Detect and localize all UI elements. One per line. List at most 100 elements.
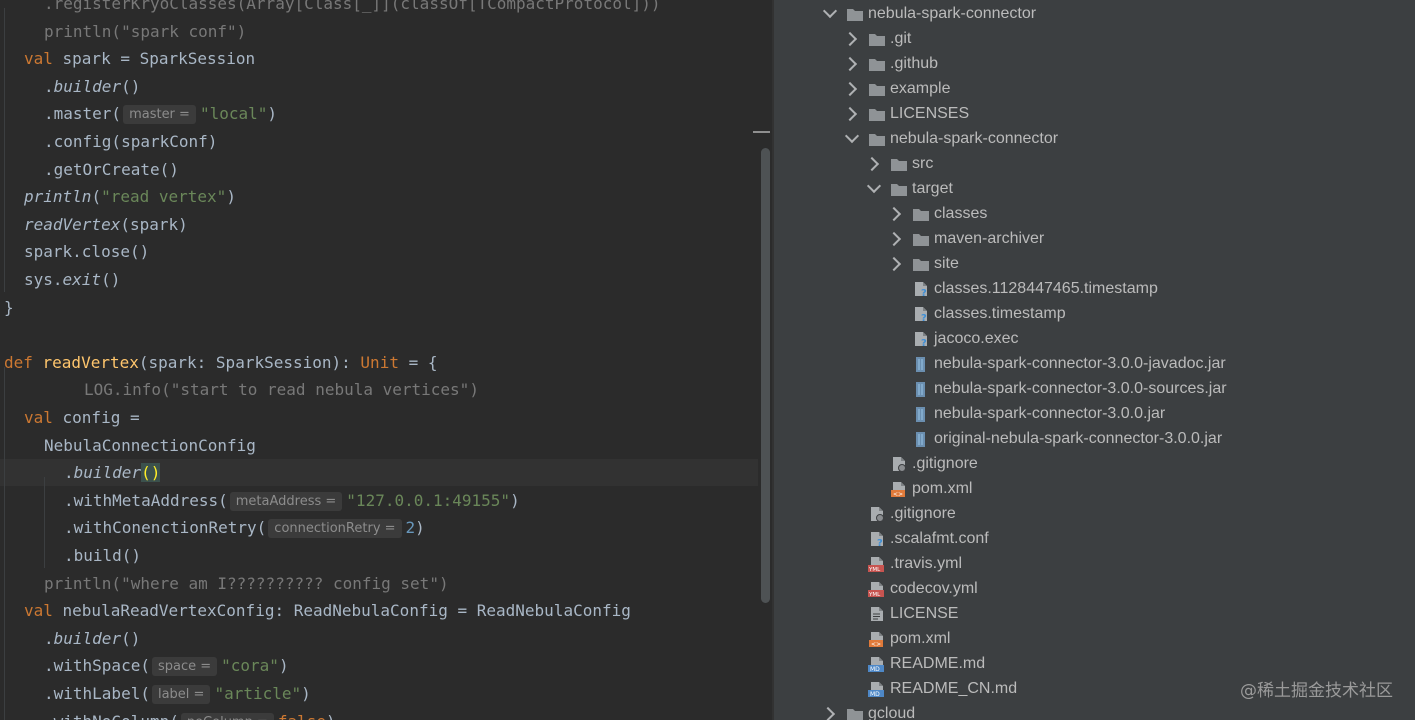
tree-folder[interactable]: classes [886, 201, 1415, 226]
code-token: ) [278, 656, 289, 676]
tree-folder[interactable]: target [866, 176, 1415, 201]
code-line[interactable]: readVertex(spark) [0, 211, 758, 238]
code-line[interactable]: .getOrCreate() [0, 156, 758, 183]
code-token: def [4, 352, 43, 372]
tree-folder[interactable]: gcloud [820, 701, 1382, 720]
code-line[interactable]: .withLabel(label = "article") [0, 680, 758, 707]
tree-item-label: jacoco.exec [934, 330, 1019, 347]
chevron-down-icon[interactable] [844, 128, 860, 144]
code-line[interactable]: println("read vertex") [0, 183, 758, 210]
tree-file[interactable]: ? classes.1128447465.timestamp [888, 276, 1415, 301]
chevron-right-icon[interactable] [842, 56, 858, 72]
tree-item-label: LICENSES [890, 105, 970, 122]
tree-file[interactable]: <> pom.xml [844, 626, 1404, 651]
code-line[interactable]: .builder() [0, 73, 758, 100]
tree-file[interactable]: .gitignore [844, 501, 1404, 526]
code-token: "read vertex" [101, 187, 227, 207]
tree-file[interactable]: original-nebula-spark-connector-3.0.0.ja… [888, 426, 1415, 451]
tree-item-label: classes [934, 205, 988, 222]
indent-guide [4, 366, 5, 720]
code-line[interactable]: val config = [0, 404, 758, 431]
chevron-down-icon[interactable] [822, 3, 838, 19]
svg-text:MD: MD [870, 666, 880, 672]
code-line[interactable]: println("where am I?????????? config set… [0, 570, 758, 597]
chevron-down-icon[interactable] [866, 178, 882, 194]
code-token: println [24, 187, 92, 207]
tree-item-label: .travis.yml [890, 555, 962, 572]
tree-folder[interactable]: example [842, 76, 1404, 101]
code-token: .getOrCreate() [44, 159, 179, 179]
code-line[interactable]: NebulaConnectionConfig [0, 432, 758, 459]
code-line[interactable]: .builder() [0, 459, 758, 487]
svg-text:YML: YML [868, 567, 881, 572]
editor-scrollbar-thumb[interactable] [761, 148, 770, 603]
code-line[interactable]: def readVertex(spark: SparkSession): Uni… [0, 349, 758, 376]
chevron-right-icon[interactable] [842, 31, 858, 47]
code-line[interactable]: .withSpace(space = "cora") [0, 652, 758, 679]
code-line[interactable]: .withConenctionRetry(connectionRetry = 2) [0, 514, 758, 541]
tree-file[interactable]: ? .scalafmt.conf [844, 526, 1404, 551]
parameter-hint: master = [123, 105, 196, 125]
tree-item-label: .git [890, 30, 912, 47]
code-token: (spark: SparkSession): [138, 352, 361, 372]
code-token: () [141, 463, 161, 483]
parameter-hint: metaAddress = [229, 491, 343, 511]
code-line[interactable] [0, 321, 758, 348]
tree-folder[interactable]: nebula-spark-connector [844, 126, 1404, 151]
code-line[interactable]: val nebulaReadVertexConfig: ReadNebulaCo… [0, 597, 758, 624]
project-tree-panel: nebula-spark-connector .git .github example… [774, 0, 1415, 720]
tree-folder[interactable]: src [864, 151, 1415, 176]
tree-file[interactable]: MD README.md [844, 651, 1404, 676]
tree-folder[interactable]: .git [842, 26, 1404, 51]
tree-item-label: .gitignore [912, 455, 978, 472]
tree-file[interactable]: ? jacoco.exec [888, 326, 1415, 351]
code-line[interactable]: } [0, 294, 758, 321]
code-editor[interactable]: .registerKryoClasses(Array[Class[_]](cla… [0, 0, 772, 720]
tree-folder[interactable]: LICENSES [842, 101, 1404, 126]
tree-item-label: original-nebula-spark-connector-3.0.0.ja… [934, 430, 1223, 447]
code-line[interactable]: .registerKryoClasses(Array[Class[_]](cla… [0, 0, 758, 17]
svg-text:<>: <> [893, 491, 903, 497]
code-line[interactable]: LOG.info("start to read nebula vertices"… [0, 376, 758, 403]
tree-file[interactable]: YML codecov.yml [844, 576, 1404, 601]
chevron-right-icon[interactable] [886, 256, 902, 272]
tree-folder[interactable]: nebula-spark-connector [822, 1, 1382, 26]
tree-folder[interactable]: maven-archiver [886, 226, 1415, 251]
code-line[interactable]: .withNoColumn(noColumn = false) [0, 708, 758, 720]
ignore-file-icon [890, 455, 908, 472]
code-line[interactable]: spark.close() [0, 238, 758, 265]
tree-file[interactable]: nebula-spark-connector-3.0.0-javadoc.jar [888, 351, 1415, 376]
code-line[interactable]: println("spark conf") [0, 18, 758, 45]
tree-folder[interactable]: site [886, 251, 1415, 276]
tree-file[interactable]: .gitignore [866, 451, 1415, 476]
chevron-right-icon[interactable] [886, 206, 902, 222]
code-token: "local" [199, 104, 268, 124]
chevron-right-icon[interactable] [864, 156, 880, 172]
tree-file[interactable]: nebula-spark-connector-3.0.0-sources.jar [888, 376, 1415, 401]
code-line[interactable]: .config(sparkConf) [0, 128, 758, 155]
code-line[interactable]: .builder() [0, 625, 758, 652]
code-token: . [44, 628, 54, 648]
unknown-file-icon: ? [912, 280, 930, 299]
tree-item-label: .gitignore [890, 505, 956, 522]
chevron-right-icon[interactable] [820, 706, 836, 720]
code-line[interactable]: .master(master = "local") [0, 100, 758, 127]
tree-file[interactable]: LICENSE [844, 601, 1404, 626]
code-token: readVertex [24, 214, 121, 234]
parameter-hint: space = [151, 657, 218, 677]
tree-file[interactable]: <> pom.xml [866, 476, 1415, 501]
code-line[interactable]: .withMetaAddress(metaAddress = "127.0.0.1… [0, 487, 758, 514]
code-line[interactable]: .build() [0, 542, 758, 569]
folder-icon [912, 205, 930, 221]
chevron-right-icon[interactable] [842, 81, 858, 97]
code-line[interactable]: val spark = SparkSession [0, 45, 758, 72]
chevron-right-icon[interactable] [886, 231, 902, 247]
tree-file[interactable]: ? classes.timestamp [888, 301, 1415, 326]
tree-file[interactable]: YML .travis.yml [844, 551, 1404, 576]
code-line[interactable]: sys.exit() [0, 266, 758, 293]
tree-item-label: classes.timestamp [934, 305, 1066, 322]
chevron-right-icon[interactable] [842, 106, 858, 122]
tree-file[interactable]: nebula-spark-connector-3.0.0.jar [888, 401, 1415, 426]
unknown-file-icon: ? [912, 330, 930, 349]
tree-folder[interactable]: .github [842, 51, 1404, 76]
